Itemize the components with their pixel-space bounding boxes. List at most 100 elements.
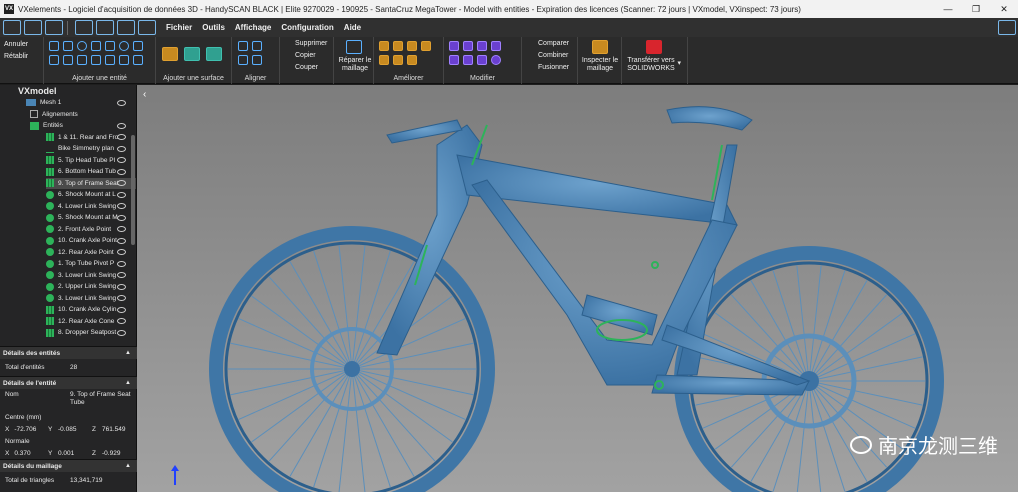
slot-icon[interactable] (49, 55, 59, 65)
eye-icon[interactable] (117, 295, 126, 302)
eye-icon[interactable] (117, 249, 126, 256)
entity-item[interactable]: 2. Upper Link Swing (46, 281, 136, 293)
menu-outils[interactable]: Outils (202, 23, 225, 32)
eye-icon[interactable] (117, 157, 126, 164)
align-entities-icon[interactable] (252, 41, 262, 51)
cut-mesh-icon[interactable] (449, 41, 459, 51)
entity-item[interactable]: 2. Front Axle Point (46, 224, 136, 236)
3d-viewport[interactable]: ‹ 南京龙测三维 (137, 85, 1018, 492)
undo-button[interactable]: Annuler (4, 41, 28, 48)
tree-root[interactable]: VXmodel (0, 85, 136, 97)
minimize-icon[interactable]: — (934, 0, 962, 18)
inspect-mesh-icon[interactable] (592, 40, 608, 54)
bridge-icon[interactable] (449, 55, 459, 65)
cross-section-icon[interactable] (105, 55, 115, 65)
cone-icon[interactable] (105, 41, 115, 51)
chevron-up-icon[interactable]: ▲ (125, 380, 131, 386)
eye-icon[interactable] (117, 99, 126, 106)
details-mesh-header[interactable]: Détails du maillage ▲ (0, 459, 137, 472)
cut-button[interactable]: Couper (295, 64, 318, 71)
remesh-icon[interactable] (379, 55, 389, 65)
tree-entities[interactable]: Entités (0, 120, 136, 132)
scanner-icon[interactable] (75, 20, 93, 35)
coordinate-system-icon[interactable] (133, 55, 143, 65)
target-icon[interactable] (96, 20, 114, 35)
repair-mesh-icon[interactable] (346, 40, 362, 54)
entity-item[interactable]: 12. Rear Axle Cone (46, 316, 136, 328)
eye-icon[interactable] (117, 226, 126, 233)
mirror-mesh-icon[interactable] (491, 41, 501, 51)
combine-button[interactable]: Combiner (538, 52, 568, 59)
entity-item[interactable]: 5. Tip Head Tube Pl (46, 155, 136, 167)
boundary-icon[interactable] (119, 55, 129, 65)
eye-icon[interactable] (117, 203, 126, 210)
offset-mesh-icon[interactable] (477, 41, 487, 51)
entity-item[interactable]: 10. Crank Axle Cylin (46, 304, 136, 316)
copy-button[interactable]: Copier (295, 52, 316, 59)
freeform-surface-icon[interactable] (184, 47, 200, 61)
close-icon[interactable]: ✕ (990, 0, 1018, 18)
entity-item[interactable]: 8. Dropper Seatpost (46, 327, 136, 339)
home-icon[interactable] (3, 20, 21, 35)
details-entity-header[interactable]: Détails de l'entité ▲ (0, 376, 137, 389)
align-origin-icon[interactable] (238, 55, 248, 65)
menu-configuration[interactable]: Configuration (281, 23, 333, 32)
entity-item[interactable]: 6. Shock Mount at L (46, 189, 136, 201)
eye-icon[interactable] (117, 329, 126, 336)
repair-mesh-button[interactable]: Réparer le maillage (338, 57, 372, 73)
entity-item[interactable]: Bike Simmetry plan (46, 143, 136, 155)
delete-button[interactable]: Supprimer (295, 40, 327, 47)
polyline-icon[interactable] (77, 55, 87, 65)
shell-icon[interactable] (477, 55, 487, 65)
spline-icon[interactable] (91, 55, 101, 65)
maximize-icon[interactable]: ❐ (962, 0, 990, 18)
eye-icon[interactable] (117, 191, 126, 198)
refine-icon[interactable] (421, 41, 431, 51)
save-icon[interactable] (45, 20, 63, 35)
entity-item[interactable]: 12. Rear Axle Point (46, 247, 136, 259)
entity-item[interactable]: 10. Crank Axle Point (46, 235, 136, 247)
eye-icon[interactable] (117, 237, 126, 244)
eye-icon[interactable] (117, 122, 126, 129)
boundary-smooth-icon[interactable] (393, 55, 403, 65)
sphere-icon[interactable] (119, 41, 129, 51)
defeature-icon[interactable] (407, 55, 417, 65)
smooth-icon[interactable] (393, 41, 403, 51)
menu-aide[interactable]: Aide (344, 23, 361, 32)
entity-item[interactable]: 9. Top of Frame Seat (46, 177, 136, 189)
entity-item[interactable]: 3. Lower Link Swing (46, 270, 136, 282)
chevron-up-icon[interactable]: ▲ (125, 463, 131, 469)
entity-item[interactable]: 6. Bottom Head Tub (46, 166, 136, 178)
panel-toggle-icon[interactable] (998, 20, 1016, 35)
merge-button[interactable]: Fusionner (538, 64, 569, 71)
window-icon[interactable] (138, 20, 156, 35)
eye-icon[interactable] (117, 272, 126, 279)
eye-icon[interactable] (117, 145, 126, 152)
redo-button[interactable]: Rétablir (4, 53, 28, 60)
entity-item[interactable]: 1 & 11. Rear and Fro (46, 132, 136, 144)
check-icon[interactable] (491, 55, 501, 65)
surface-icon[interactable] (162, 47, 178, 61)
solidworks-icon[interactable] (646, 40, 662, 54)
dropdown-arrow-icon[interactable]: ▾ (677, 59, 681, 67)
line-icon[interactable] (63, 41, 73, 51)
tree-alignments[interactable]: Alignements (0, 109, 136, 121)
menu-fichier[interactable]: Fichier (166, 23, 192, 32)
align-best-fit-icon[interactable] (238, 41, 248, 51)
chevron-up-icon[interactable]: ▲ (125, 350, 131, 356)
tree-mesh[interactable]: Mesh 1 (0, 97, 136, 109)
decimate-icon[interactable] (407, 41, 417, 51)
fill-holes-icon[interactable] (379, 41, 389, 51)
eye-icon[interactable] (117, 214, 126, 221)
eye-icon[interactable] (117, 260, 126, 267)
align-custom-icon[interactable] (252, 55, 262, 65)
rectangle-icon[interactable] (63, 55, 73, 65)
point-icon[interactable] (133, 41, 143, 51)
eye-icon[interactable] (117, 306, 126, 313)
transfer-solidworks-button[interactable]: Transférer vers SOLIDWORKS (624, 57, 678, 73)
eye-icon[interactable] (117, 168, 126, 175)
inspect-mesh-button[interactable]: Inspecter le maillage (580, 57, 620, 73)
add-icon[interactable] (117, 20, 135, 35)
plane-icon[interactable] (49, 41, 59, 51)
thicken-icon[interactable] (463, 55, 473, 65)
